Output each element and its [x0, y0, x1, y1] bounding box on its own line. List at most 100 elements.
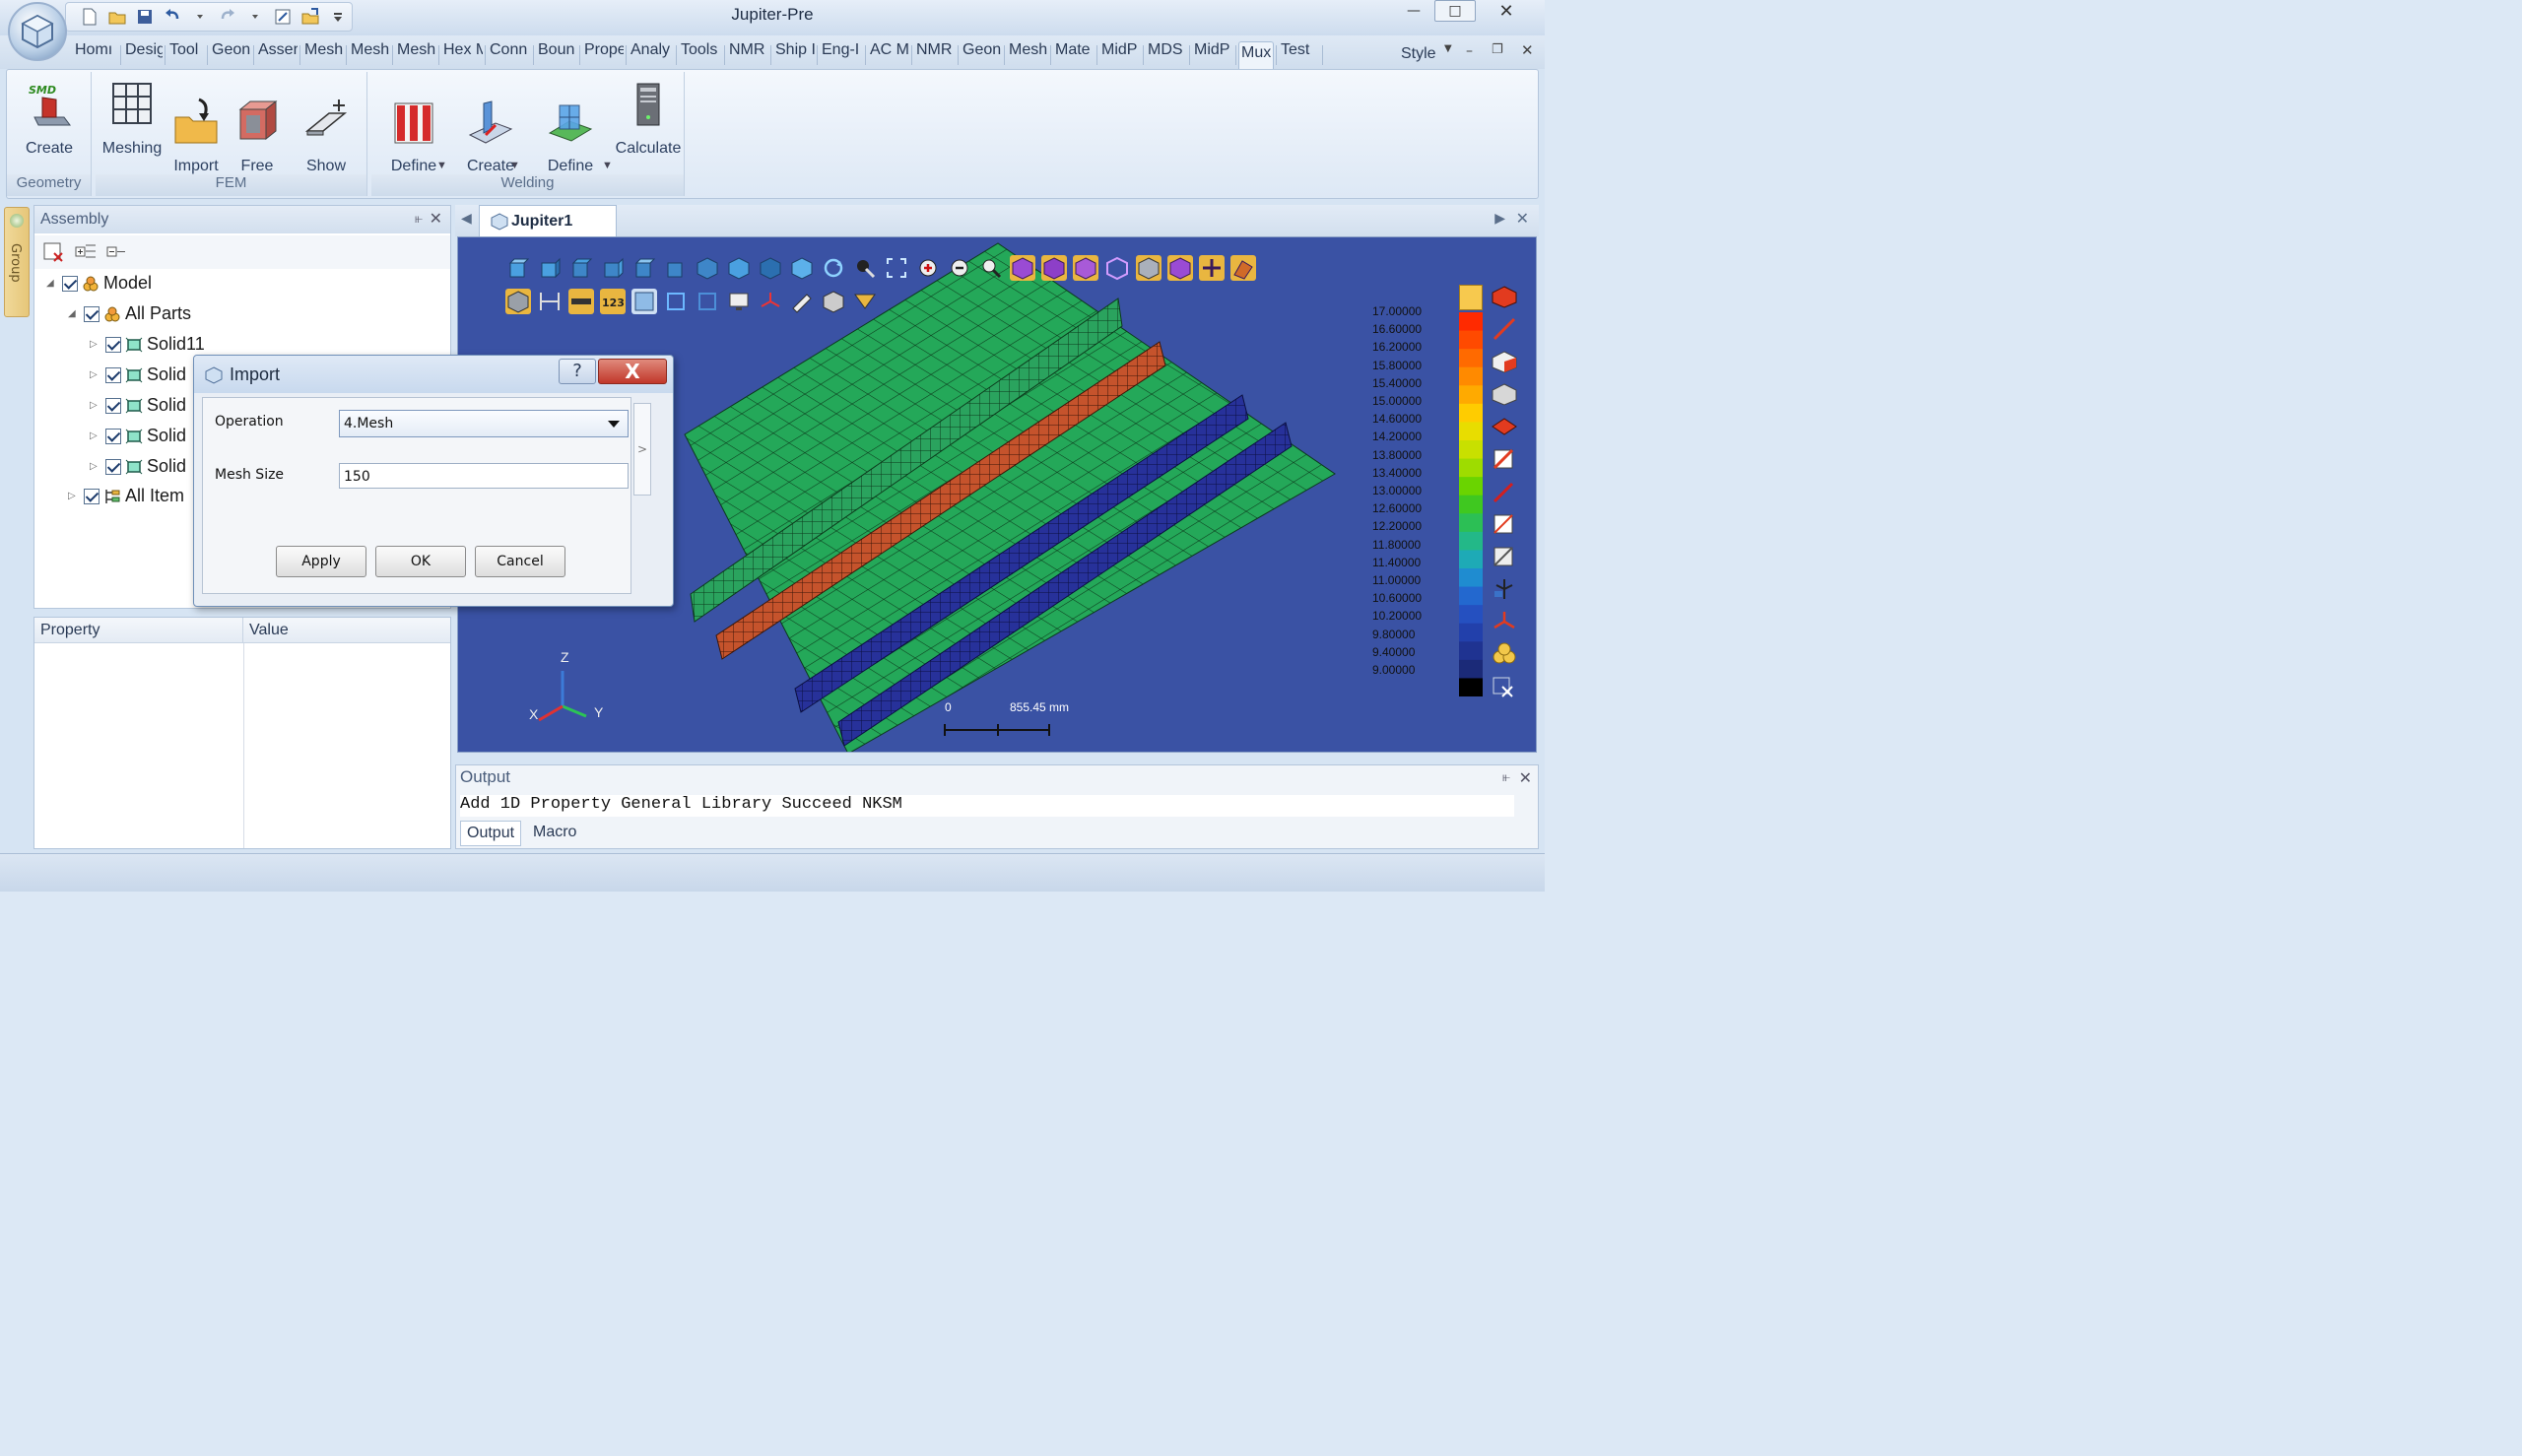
cancel-button[interactable]: Cancel [475, 546, 565, 577]
redo-icon[interactable] [218, 7, 237, 27]
hide-icon[interactable] [821, 289, 846, 314]
group-side-tab[interactable]: Group [4, 207, 30, 317]
display-solid-icon[interactable] [1167, 255, 1193, 281]
style-dropdown-icon[interactable]: ▼ [1444, 43, 1452, 54]
view-right-icon[interactable] [600, 255, 626, 281]
tree-checkbox[interactable] [105, 336, 121, 353]
tab-3[interactable]: Tool [167, 41, 205, 69]
tab-26[interactable]: Mux [1238, 41, 1274, 69]
close-panel-icon[interactable]: ✕ [430, 209, 442, 229]
view-front-icon[interactable] [505, 255, 531, 281]
tab-2[interactable]: Desig [123, 41, 163, 69]
tree-node[interactable]: ▷ Solid [90, 364, 186, 385]
line-tool-icon[interactable] [1491, 317, 1518, 341]
display-clip-icon[interactable] [1230, 255, 1256, 281]
export-folder-icon[interactable] [300, 7, 320, 27]
macro-tab[interactable]: Macro [527, 821, 582, 846]
tab-16[interactable]: Ship I [773, 41, 815, 69]
tab-13[interactable]: Analy [629, 41, 674, 69]
diagonal-red-icon[interactable] [1491, 447, 1518, 471]
zoom-in-icon[interactable] [915, 255, 941, 281]
calculate-button[interactable]: Calculate [614, 78, 683, 158]
ok-button[interactable]: OK [375, 546, 466, 577]
expand-toggle-icon[interactable]: ▷ [90, 400, 101, 411]
display-mesh-icon[interactable] [1073, 255, 1098, 281]
save-icon[interactable] [135, 7, 155, 27]
tab-4[interactable]: Geon [210, 41, 251, 69]
group-parts-icon[interactable] [1491, 642, 1518, 666]
tree-node[interactable]: ▷ Solid [90, 426, 186, 446]
expand-toggle-icon[interactable]: ▷ [90, 461, 101, 472]
tree-checkbox[interactable] [84, 488, 100, 504]
tree-checkbox[interactable] [62, 275, 78, 292]
tree-node[interactable]: ▷ Solid [90, 395, 186, 416]
cube-white-icon[interactable] [1491, 350, 1518, 373]
tab-9[interactable]: Hex M [441, 41, 483, 69]
numbering-icon[interactable]: 123 [600, 289, 626, 314]
axis-tool-icon[interactable] [1491, 610, 1518, 633]
filter-icon[interactable] [852, 289, 878, 314]
style-menu[interactable]: Style [1401, 45, 1436, 63]
view-iso-2-icon[interactable] [726, 255, 752, 281]
undo-dropdown-icon[interactable] [190, 7, 210, 27]
legend-frame-icon[interactable] [1459, 285, 1483, 310]
display-shaded-edges-icon[interactable] [1041, 255, 1067, 281]
clear-selection-icon[interactable] [1491, 675, 1518, 698]
tree-node[interactable]: ▷ All Item [68, 486, 184, 506]
undo-icon[interactable] [163, 7, 182, 27]
expand-toggle-icon[interactable]: ▷ [90, 369, 101, 380]
customize-toolbar-icon[interactable] [328, 7, 348, 27]
open-folder-icon[interactable] [107, 7, 127, 27]
view-iso-1-icon[interactable] [695, 255, 720, 281]
view-iso-3-icon[interactable] [758, 255, 783, 281]
view-back-icon[interactable] [537, 255, 563, 281]
display-transparent-icon[interactable] [1136, 255, 1161, 281]
output-close-icon[interactable]: ✕ [1519, 768, 1532, 787]
maximize-button[interactable]: □ [1434, 0, 1476, 22]
tab-21[interactable]: Mesh [1007, 41, 1048, 69]
measure-distance-icon[interactable] [537, 289, 563, 314]
tab-1[interactable]: Homı [73, 41, 118, 69]
display-wireframe-icon[interactable] [1104, 255, 1130, 281]
expand-toggle-icon[interactable]: ▷ [90, 430, 101, 441]
close-window-button[interactable]: ✕ [1486, 0, 1527, 22]
tab-7[interactable]: Mesh [349, 41, 390, 69]
tab-24[interactable]: MDS [1146, 41, 1187, 69]
tab-5[interactable]: Asser [256, 41, 298, 69]
close-document-icon[interactable]: ✕ [1516, 209, 1529, 228]
ruler-icon[interactable] [568, 289, 594, 314]
rotate-view-icon[interactable] [821, 255, 846, 281]
tab-15[interactable]: NMR [727, 41, 768, 69]
operation-select[interactable]: 4.Mesh [339, 410, 629, 437]
tree-checkbox[interactable] [105, 458, 121, 475]
tree-select-icon[interactable] [42, 241, 64, 263]
solid-cube-icon[interactable] [1491, 285, 1518, 308]
tab-18[interactable]: AC M [868, 41, 909, 69]
display-shaded-icon[interactable] [1010, 255, 1035, 281]
tab-17[interactable]: Eng-I [820, 41, 863, 69]
cube-select-icon[interactable] [505, 289, 531, 314]
help-button[interactable]: ? [559, 359, 596, 384]
tree-node[interactable]: ◢ Model [46, 273, 152, 294]
tab-19[interactable]: NMR [914, 41, 956, 69]
expand-all-icon[interactable] [74, 241, 98, 263]
create-weld-dropdown-icon[interactable]: ▼ [509, 157, 520, 174]
scroll-tabs-right-icon[interactable]: ▶ [1494, 211, 1505, 227]
tree-checkbox[interactable] [84, 305, 100, 322]
view-left-icon[interactable] [568, 255, 594, 281]
tab-22[interactable]: Mate [1053, 41, 1095, 69]
minimize-button[interactable]: — [1393, 0, 1434, 22]
redo-dropdown-icon[interactable] [245, 7, 265, 27]
layer-icon[interactable] [631, 289, 657, 314]
mesh-size-input[interactable]: 150 [339, 463, 629, 489]
define-member-dropdown-icon[interactable]: ▼ [436, 157, 447, 174]
expand-toggle-icon[interactable]: ◢ [68, 308, 80, 319]
view-bottom-icon[interactable] [663, 255, 689, 281]
tab-23[interactable]: MidP [1099, 41, 1141, 69]
tab-10[interactable]: Conn [488, 41, 531, 69]
expand-toggle-icon[interactable]: ◢ [46, 278, 58, 289]
edit-icon[interactable] [789, 289, 815, 314]
ribbon-minimize-icon[interactable]: – [1466, 43, 1473, 59]
expand-toggle-icon[interactable]: ▷ [90, 339, 101, 350]
collapse-all-icon[interactable] [105, 241, 129, 263]
